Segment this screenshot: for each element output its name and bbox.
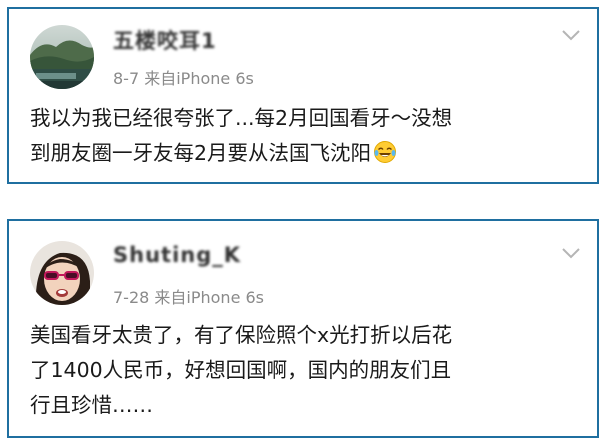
post-line: 了1400人民币，好想回国啊，国内的朋友们且 xyxy=(30,358,452,382)
post-line: 行且珍惜…… xyxy=(30,393,153,417)
avatar-portrait-image xyxy=(30,241,94,305)
post-line: 我以为我已经很夸张了...每2月回国看牙～没想 xyxy=(30,106,453,130)
chevron-down-icon[interactable] xyxy=(562,247,580,259)
laughing-tears-emoji-icon xyxy=(374,141,397,163)
post-line: 美国看牙太贵了，有了保险照个x光打折以后花 xyxy=(30,323,453,347)
username[interactable]: 五楼咬耳1 xyxy=(113,25,217,55)
post-meta: 8-7 来自iPhone 6s xyxy=(113,69,254,88)
post-card: 五楼咬耳1 8-7 来自iPhone 6s 我以为我已经很夸张了...每2月回国… xyxy=(7,7,599,184)
post-body: 我以为我已经很夸张了...每2月回国看牙～没想 到朋友圈一牙友每2月要从法国飞沈… xyxy=(30,101,585,171)
avatar-landscape-image xyxy=(30,25,94,89)
username[interactable]: Shuting_K xyxy=(113,243,241,267)
post-body: 美国看牙太贵了，有了保险照个x光打折以后花 了1400人民币，好想回国啊，国内的… xyxy=(30,318,585,423)
avatar[interactable] xyxy=(30,241,94,305)
avatar[interactable] xyxy=(30,25,94,89)
post-meta: 7-28 来自iPhone 6s xyxy=(113,288,265,307)
post-line-with-emoji: 到朋友圈一牙友每2月要从法国飞沈阳 xyxy=(30,136,585,171)
post-line: 到朋友圈一牙友每2月要从法国飞沈阳 xyxy=(30,141,372,165)
post-card: Shuting_K 7-28 来自iPhone 6s 美国看牙太贵了，有了保险照… xyxy=(7,219,599,438)
chevron-down-icon[interactable] xyxy=(562,29,580,41)
